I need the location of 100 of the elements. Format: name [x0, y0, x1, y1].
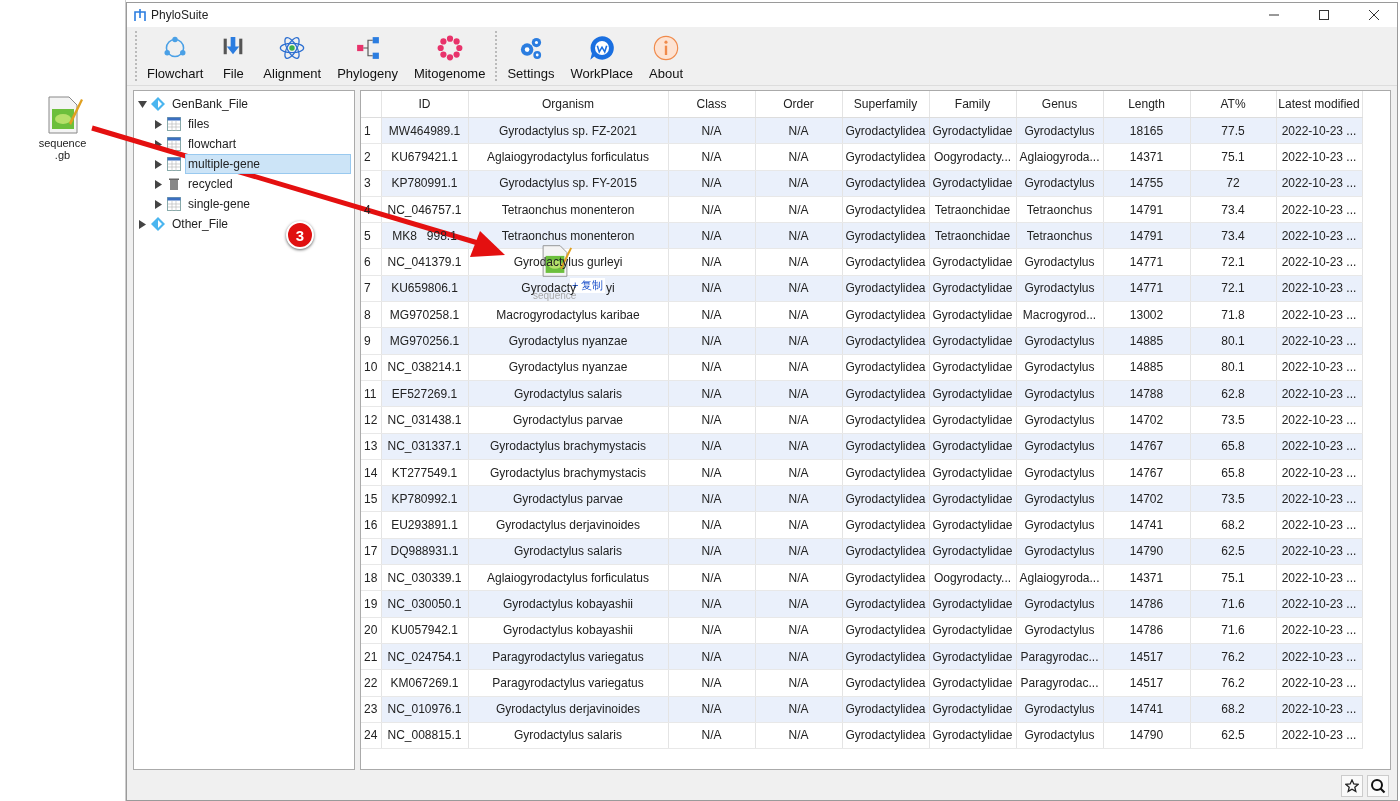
- row-number: 9: [361, 327, 381, 355]
- table-cell: N/A: [668, 643, 755, 670]
- table-cell: N/A: [668, 590, 755, 618]
- table-cell: N/A: [668, 696, 755, 723]
- table-icon: [167, 157, 181, 171]
- table-cell: 2022-10-23 ...: [1276, 406, 1362, 434]
- table-cell: N/A: [755, 301, 842, 328]
- tree-item[interactable]: files: [185, 114, 213, 134]
- tree-item[interactable]: Other_File: [169, 214, 232, 234]
- table-cell: KP780992.1: [381, 485, 468, 512]
- column-header[interactable]: Class: [668, 91, 755, 118]
- trash-icon: [167, 177, 181, 191]
- table-cell: 2022-10-23 ...: [1276, 511, 1362, 539]
- toolbar-button[interactable]: Flowchart: [139, 27, 212, 85]
- row-number: 5: [361, 222, 381, 249]
- atom-icon: [278, 34, 307, 62]
- table-cell: 14790: [1103, 538, 1190, 565]
- table-cell: MG970256.1: [381, 327, 468, 355]
- table-cell: Gyrodactylus brachymystacis: [468, 433, 668, 460]
- table-cell: Gyrodactylus: [1016, 327, 1103, 355]
- column-header[interactable]: Organism: [468, 91, 668, 118]
- toolbar-button[interactable]: Phylogeny: [329, 27, 406, 85]
- table-cell: 2022-10-23 ...: [1276, 669, 1362, 697]
- toolbar-button[interactable]: Mitogenome: [405, 27, 494, 85]
- table-cell: NC_041379.1: [381, 249, 468, 276]
- table-cell: Gyrodactylus parvae: [468, 406, 668, 434]
- toolbar-button[interactable]: Alignment: [255, 27, 330, 85]
- table-cell: Gyrodactylidae: [929, 354, 1016, 381]
- table-cell: Gyrodactylus: [1016, 538, 1103, 565]
- expand-arrow-icon[interactable]: [138, 219, 147, 229]
- table-icon: [167, 137, 181, 151]
- table-cell: N/A: [668, 380, 755, 407]
- table-cell: N/A: [668, 722, 755, 749]
- table-cell: 2022-10-23 ...: [1276, 301, 1362, 328]
- column-header[interactable]: Superfamily: [842, 91, 929, 118]
- table-cell: Gyrodactylus nyanzae: [468, 354, 668, 381]
- tree-item[interactable]: single-gene: [185, 194, 254, 214]
- table-cell: Gyrodactylidae: [929, 643, 1016, 670]
- close-icon[interactable]: [1369, 10, 1379, 20]
- table-cell: Gyrodactylidae: [929, 722, 1016, 749]
- table-cell: Gyrodactylus: [1016, 590, 1103, 618]
- table-cell: 14791: [1103, 196, 1190, 223]
- table-cell: Gyrodactylidae: [929, 511, 1016, 539]
- table-cell: NC_038214.1: [381, 354, 468, 381]
- table-cell: 14788: [1103, 380, 1190, 407]
- table-cell: Gyrodactylus: [1016, 249, 1103, 276]
- table-cell: KT277549.1: [381, 459, 468, 486]
- table-icon: [167, 197, 181, 211]
- table-cell: Gyrodactylus derjavinoides: [468, 696, 668, 723]
- file-name: sequence .gb: [37, 137, 88, 161]
- row-number: 23: [361, 696, 381, 723]
- table-cell: NC_010976.1: [381, 696, 468, 723]
- column-header[interactable]: Length: [1103, 91, 1190, 118]
- toolbar-button[interactable]: Settings: [499, 27, 563, 85]
- table-cell: N/A: [668, 222, 755, 249]
- table-cell: 14771: [1103, 275, 1190, 302]
- row-number: 1: [361, 117, 381, 144]
- table-cell: 76.2: [1190, 669, 1276, 697]
- table-cell: Tetraonchus: [1016, 196, 1103, 223]
- table-cell: Gyrodactylus: [1016, 117, 1103, 144]
- table-cell: 62.5: [1190, 538, 1276, 565]
- table-cell: Gyrodactylus: [1016, 696, 1103, 723]
- table-cell: 80.1: [1190, 327, 1276, 355]
- toolbar-button[interactable]: File: [211, 27, 256, 85]
- toolbar-button[interactable]: WorkPlace: [562, 27, 642, 85]
- table-cell: NC_031337.1: [381, 433, 468, 460]
- table-cell: 14517: [1103, 669, 1190, 697]
- tree-item[interactable]: flowchart: [185, 134, 240, 154]
- table-cell: N/A: [755, 538, 842, 565]
- maximize-icon[interactable]: [1319, 10, 1329, 20]
- column-header[interactable]: ID: [381, 91, 468, 118]
- table-cell: Gyrodactylidae: [929, 433, 1016, 460]
- table-cell: Gyrodactylidea: [842, 354, 929, 381]
- table-cell: Gyrodactylidae: [929, 117, 1016, 144]
- collapse-arrow-icon[interactable]: [138, 99, 147, 109]
- column-header[interactable]: Genus: [1016, 91, 1103, 118]
- table-cell: 73.4: [1190, 196, 1276, 223]
- table-cell: 14790: [1103, 722, 1190, 749]
- row-number: 13: [361, 433, 381, 460]
- star-button[interactable]: [1341, 775, 1363, 797]
- column-header[interactable]: Order: [755, 91, 842, 118]
- table-cell: 68.2: [1190, 696, 1276, 723]
- table-cell: EU293891.1: [381, 511, 468, 539]
- table-cell: Gyrodactylidea: [842, 643, 929, 670]
- table-cell: N/A: [668, 327, 755, 355]
- column-header[interactable]: AT%: [1190, 91, 1276, 118]
- table-cell: 14786: [1103, 617, 1190, 644]
- column-header[interactable]: Latest modified: [1276, 91, 1362, 118]
- table-cell: Gyrodactylidea: [842, 222, 929, 249]
- tree-item[interactable]: recycled: [185, 174, 236, 194]
- table-cell: 14786: [1103, 590, 1190, 618]
- toolbar-button[interactable]: About: [641, 27, 692, 85]
- folder-diamond-icon: [151, 217, 165, 231]
- table-cell: 80.1: [1190, 354, 1276, 381]
- column-header[interactable]: Family: [929, 91, 1016, 118]
- search-button[interactable]: [1367, 775, 1389, 797]
- table-cell: N/A: [755, 564, 842, 591]
- table-cell: N/A: [668, 275, 755, 302]
- tree-item[interactable]: multiple-gene: [185, 154, 351, 174]
- tree-item[interactable]: GenBank_File: [169, 94, 252, 114]
